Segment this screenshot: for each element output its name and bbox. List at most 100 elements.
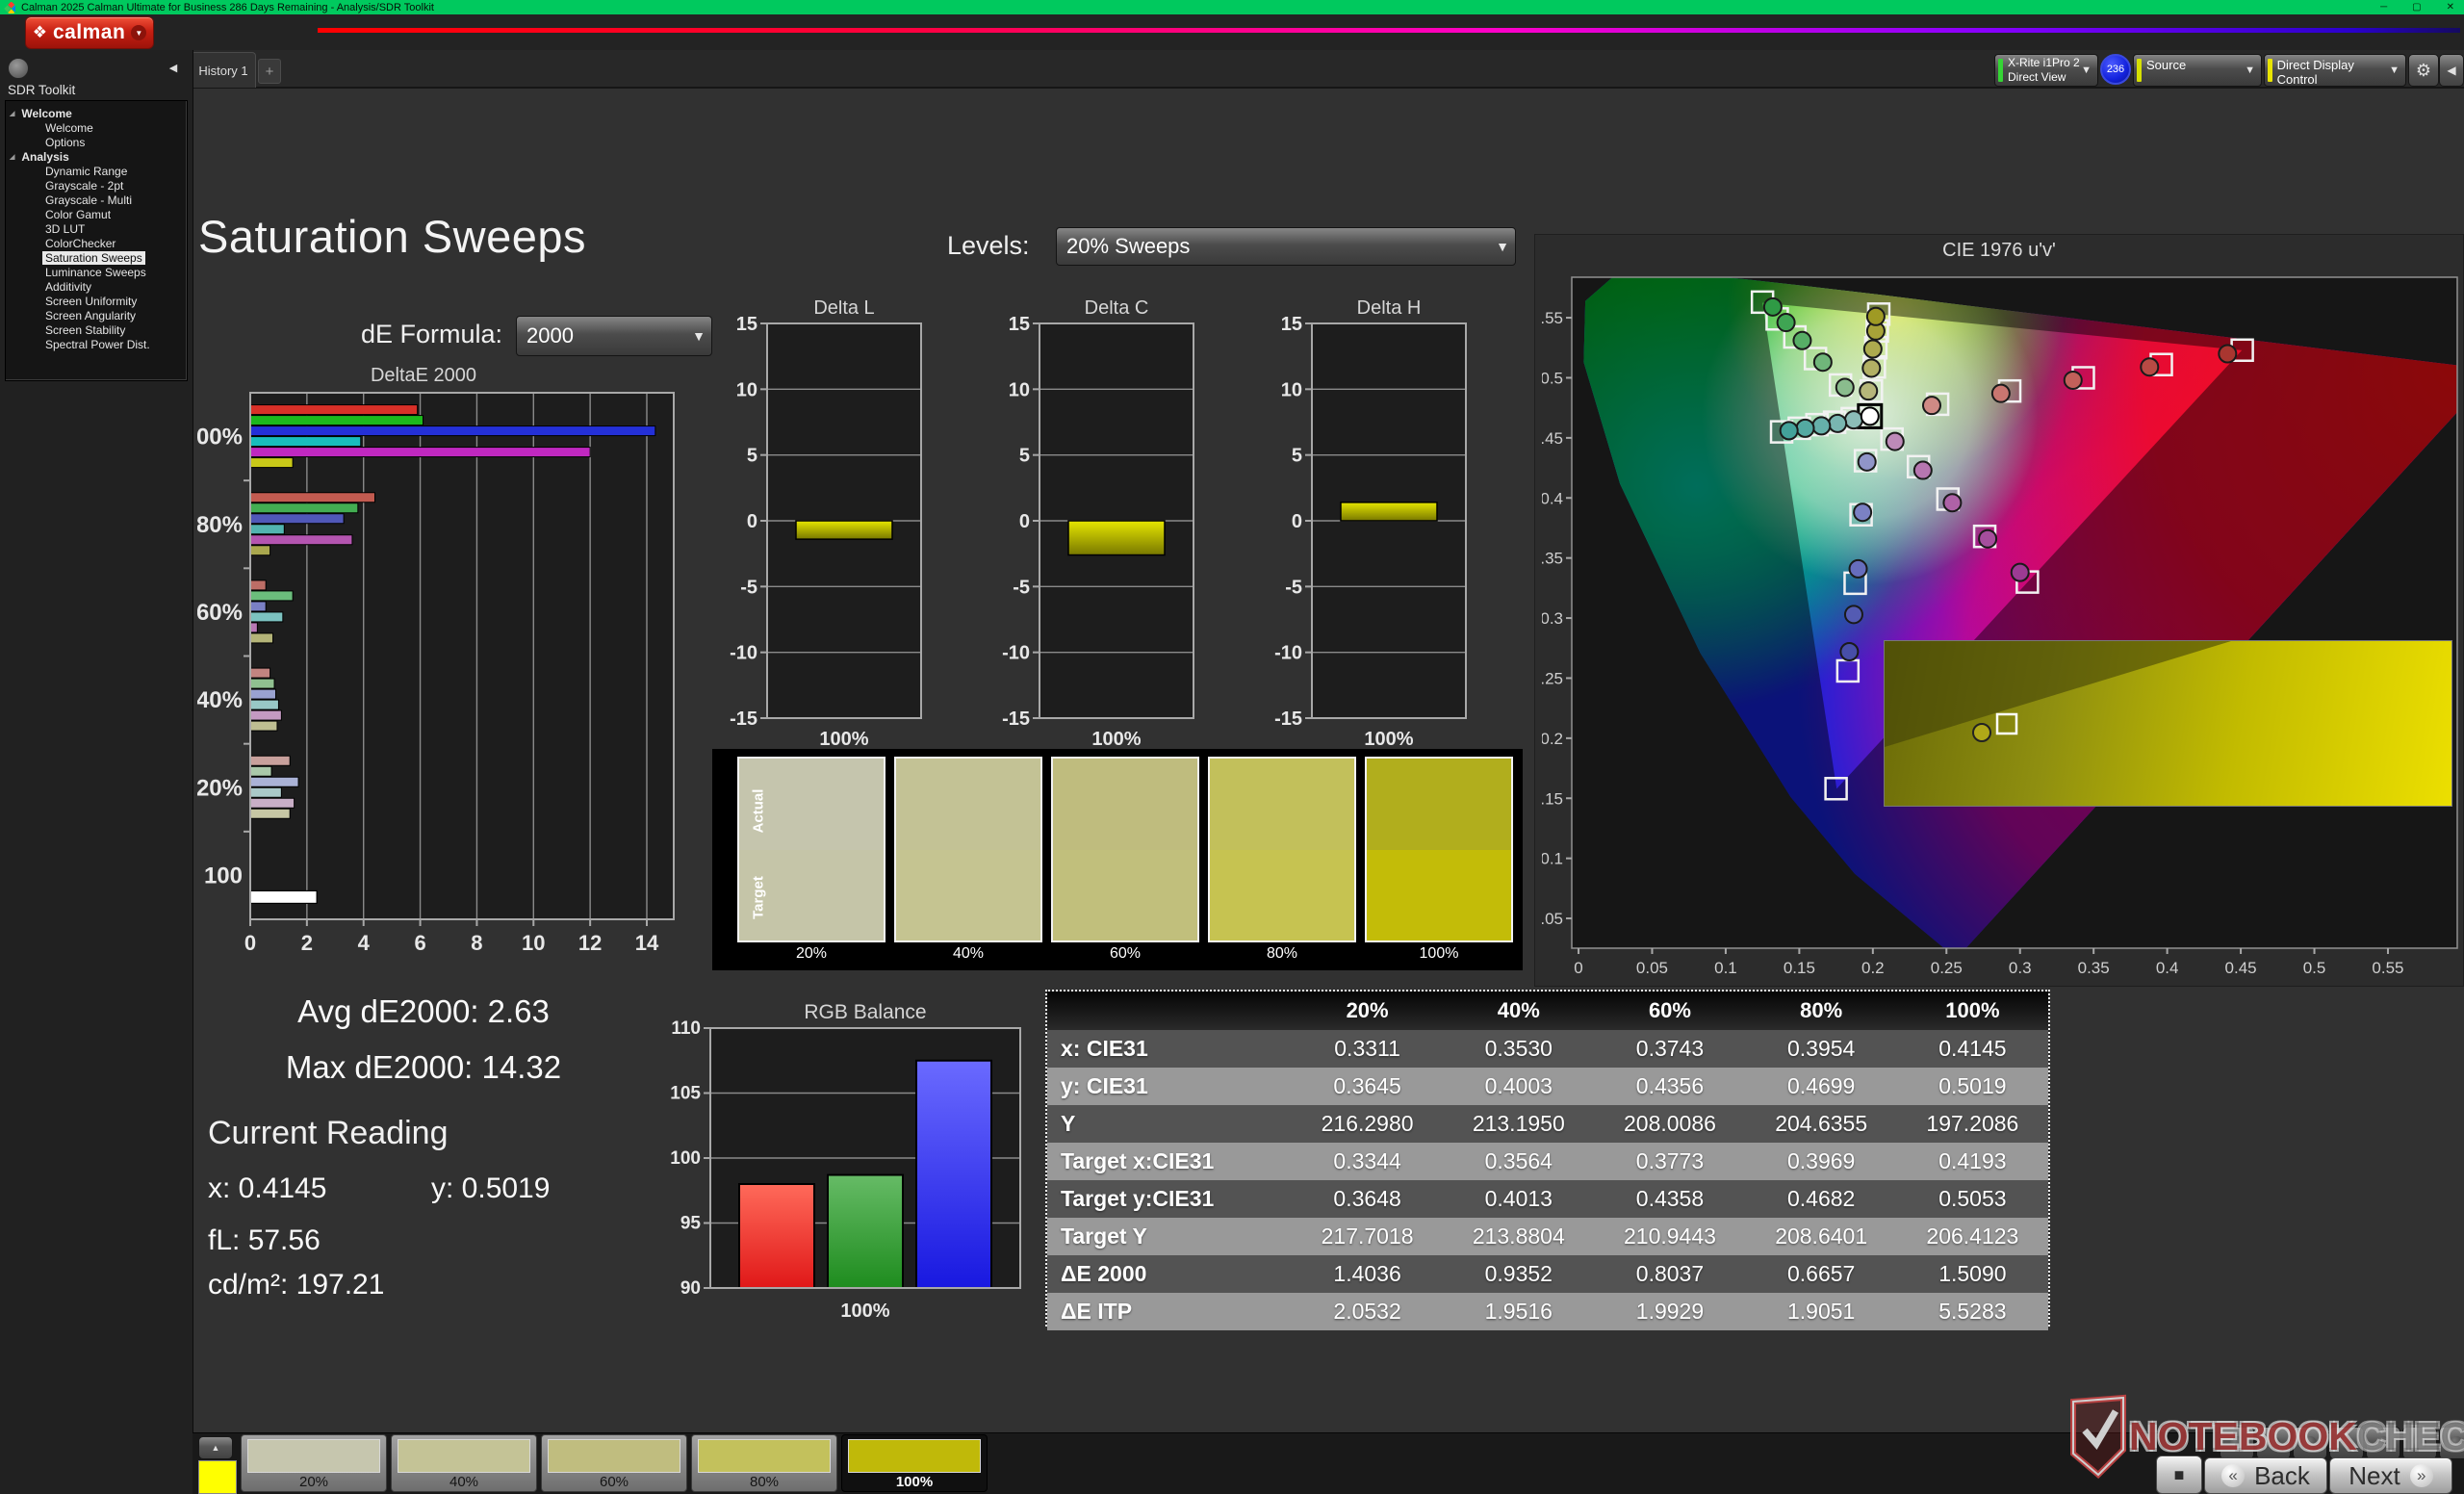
cie-measured-marker bbox=[1854, 503, 1871, 521]
add-history-tab-button[interactable]: + bbox=[258, 59, 281, 84]
patch-button-20[interactable]: 20% bbox=[241, 1434, 387, 1492]
measurement-table[interactable]: 20%40%60%80%100%x: CIE310.33110.35300.37… bbox=[1045, 990, 2050, 1327]
target-swatch bbox=[1208, 850, 1356, 943]
sidebar-item-color-gamut[interactable]: Color Gamut bbox=[6, 207, 187, 221]
patch-list-expand-button[interactable]: ▲ bbox=[198, 1436, 233, 1459]
display-control-dropdown[interactable]: Direct Display Control ▼ bbox=[2264, 54, 2406, 87]
calman-app-window: Calman 2025 Calman Ultimate for Business… bbox=[0, 0, 2464, 1494]
next-button[interactable]: Next » bbox=[2329, 1457, 2452, 1494]
levels-dropdown[interactable]: 20% Sweeps ▼ bbox=[1056, 227, 1516, 266]
transport-button-5[interactable] bbox=[2366, 1427, 2400, 1459]
maximize-button[interactable]: ▢ bbox=[2412, 2, 2421, 13]
deltae-bar bbox=[250, 546, 270, 555]
sidebar-pin-icon[interactable] bbox=[8, 58, 29, 79]
deltae-bar bbox=[250, 416, 424, 425]
svg-text:105: 105 bbox=[670, 1084, 701, 1104]
sidebar-item-dynamic-range[interactable]: Dynamic Range bbox=[6, 164, 187, 178]
logo-bar: ❖ calman ▼ bbox=[0, 14, 2464, 50]
patch-button-80[interactable]: 80% bbox=[691, 1434, 837, 1492]
cie-measured-marker bbox=[1979, 530, 1996, 548]
svg-text:80%: 80% bbox=[197, 512, 243, 538]
svg-text:0: 0 bbox=[244, 931, 256, 955]
sidebar-item-additivity[interactable]: Additivity bbox=[6, 279, 187, 294]
patch-button-40[interactable]: 40% bbox=[391, 1434, 537, 1492]
patch-button-60[interactable]: 60% bbox=[541, 1434, 687, 1492]
calman-logo-text: calman bbox=[53, 21, 125, 44]
transport-button-2[interactable] bbox=[2256, 1427, 2291, 1459]
tree-expander-icon[interactable]: ◢ bbox=[10, 110, 14, 117]
table-cell: 213.8804 bbox=[1443, 1218, 1594, 1255]
close-button[interactable]: ✕ bbox=[2447, 2, 2454, 13]
sidebar-item-welcome[interactable]: Welcome bbox=[6, 120, 187, 135]
sidebar-item-colorchecker[interactable]: ColorChecker bbox=[6, 236, 187, 250]
source-dropdown[interactable]: Source ▼ bbox=[2133, 54, 2262, 87]
svg-text:15: 15 bbox=[736, 314, 757, 335]
sidebar-item-screen-stability[interactable]: Screen Stability bbox=[6, 322, 187, 337]
sidebar-item-options[interactable]: Options bbox=[6, 135, 187, 149]
sidebar-item-screen-angularity[interactable]: Screen Angularity bbox=[6, 308, 187, 322]
meter-dropdown[interactable]: X-Rite i1Pro 2Direct View ▼ bbox=[1994, 54, 2098, 87]
table-row-x-cie31: x: CIE310.33110.35300.37430.39540.4145 bbox=[1047, 1030, 2048, 1068]
patch-button-100[interactable]: 100% bbox=[841, 1434, 988, 1492]
calman-menu-button[interactable]: ❖ calman ▼ bbox=[25, 16, 154, 49]
minimize-button[interactable]: ─ bbox=[2380, 2, 2387, 13]
transport-button-3[interactable] bbox=[2293, 1427, 2327, 1459]
delta-bar bbox=[1068, 521, 1165, 555]
deltae-bar bbox=[250, 787, 281, 797]
cie-measured-marker bbox=[1859, 453, 1876, 471]
de-formula-dropdown[interactable]: 2000 ▼ bbox=[516, 316, 712, 356]
svg-text:5: 5 bbox=[1292, 446, 1302, 467]
settings-gear-button[interactable]: ⚙ bbox=[2408, 54, 2439, 87]
chevron-down-icon: ▼ bbox=[131, 25, 146, 40]
svg-text:0.25: 0.25 bbox=[1542, 669, 1563, 687]
back-arrow-icon: « bbox=[2221, 1464, 2245, 1487]
sidebar-item-screen-uniformity[interactable]: Screen Uniformity bbox=[6, 294, 187, 308]
sidebar-item-luminance-sweeps[interactable]: Luminance Sweeps bbox=[6, 265, 187, 279]
table-cell: 0.3648 bbox=[1292, 1180, 1443, 1218]
cie-measured-marker bbox=[1829, 415, 1846, 432]
cie-measured-marker bbox=[1812, 417, 1830, 434]
svg-text:60%: 60% bbox=[197, 600, 243, 626]
svg-text:10: 10 bbox=[522, 931, 545, 955]
transport-button-6[interactable] bbox=[2402, 1427, 2437, 1459]
sidebar-item-analysis[interactable]: ◢Analysis bbox=[6, 149, 187, 164]
table-cell: 0.3564 bbox=[1443, 1143, 1594, 1180]
sidebar-item-grayscale-2pt[interactable]: Grayscale - 2pt bbox=[6, 178, 187, 193]
chevron-down-icon: ▼ bbox=[2389, 64, 2400, 76]
transport-button-4[interactable] bbox=[2329, 1427, 2364, 1459]
sidebar-item-welcome[interactable]: ◢Welcome bbox=[6, 106, 187, 120]
current-patch-swatch[interactable] bbox=[198, 1460, 237, 1494]
meter-mode: Direct View bbox=[2008, 70, 2066, 84]
stop-button[interactable]: ■ bbox=[2156, 1455, 2202, 1494]
svg-text:6: 6 bbox=[414, 931, 425, 955]
svg-text:100: 100 bbox=[204, 863, 243, 889]
back-button[interactable]: « Back bbox=[2204, 1457, 2327, 1494]
svg-text:0.25: 0.25 bbox=[1931, 959, 1963, 977]
svg-text:100%: 100% bbox=[197, 425, 243, 451]
table-cell: 5.5283 bbox=[1897, 1293, 2048, 1330]
table-cell: 0.8037 bbox=[1594, 1255, 1745, 1293]
deltae-bar bbox=[250, 689, 275, 699]
svg-text:0.45: 0.45 bbox=[2225, 959, 2257, 977]
decorative-gradient-line bbox=[318, 28, 2460, 33]
transport-button-1[interactable] bbox=[2220, 1427, 2254, 1459]
sidebar-item-spectral-power-dist[interactable]: Spectral Power Dist. bbox=[6, 337, 187, 351]
transport-button-7[interactable] bbox=[2439, 1427, 2464, 1459]
sidebar-item-3d-lut[interactable]: 3D LUT bbox=[6, 221, 187, 236]
sidebar-item-grayscale-multi[interactable]: Grayscale - Multi bbox=[6, 193, 187, 207]
reading-x-value: x: 0.4145 bbox=[208, 1172, 326, 1205]
cie-zoom-inset-graphic bbox=[1885, 641, 2451, 806]
table-cell: 1.9516 bbox=[1443, 1293, 1594, 1330]
deltae-2000-chart: DeltaE 200002468101214100%80%60%40%20%10… bbox=[197, 364, 683, 956]
meter-count-badge[interactable]: 236 bbox=[2100, 54, 2131, 85]
table-cell: 0.3969 bbox=[1746, 1143, 1897, 1180]
sidebar-collapse-button[interactable]: ◀ bbox=[162, 58, 185, 77]
tab-history-1[interactable]: History 1 bbox=[191, 52, 256, 88]
collapse-panel-button[interactable]: ◀ bbox=[2439, 54, 2464, 87]
tree-expander-icon[interactable]: ◢ bbox=[10, 153, 14, 161]
patch-color bbox=[247, 1439, 380, 1473]
table-column-header: 20% bbox=[1292, 992, 1443, 1030]
sidebar-item-saturation-sweeps[interactable]: Saturation Sweeps bbox=[6, 250, 187, 265]
cie-measured-marker bbox=[1992, 385, 2010, 402]
svg-text:Delta H: Delta H bbox=[1357, 300, 1422, 319]
